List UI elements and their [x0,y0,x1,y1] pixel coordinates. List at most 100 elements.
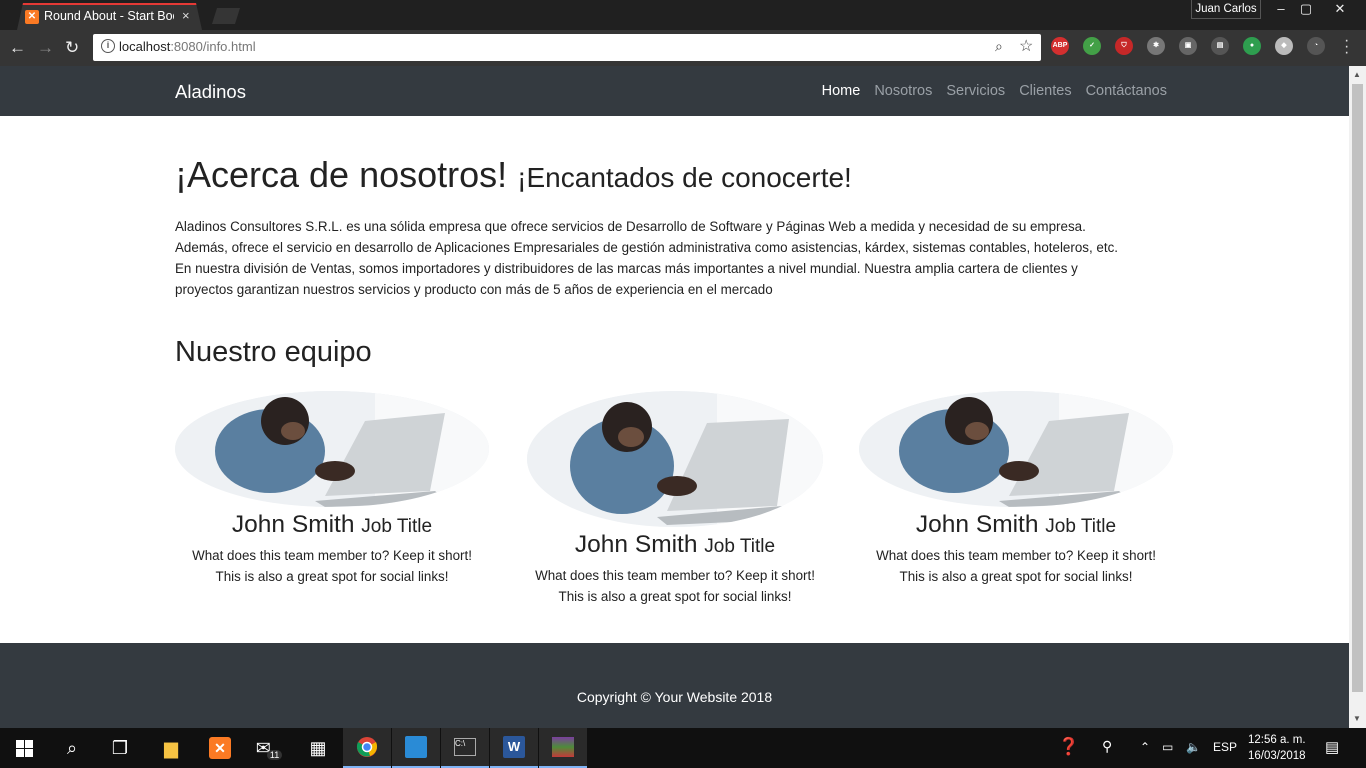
chrome-icon[interactable] [343,728,391,768]
url-host: localhost [119,39,171,54]
scroll-down-icon[interactable]: ▼ [1353,714,1361,723]
site-brand[interactable]: Aladinos [175,81,246,103]
page-title: ¡Acerca de nosotros! ¡Encantados de cono… [175,154,852,196]
team-member-line1: What does this team member to? Keep it s… [192,548,472,563]
team-member-heading: John Smith Job Title [518,531,832,559]
site-footer: Copyright © Your Website 2018 [0,643,1349,728]
chimp-laptop-image [859,391,1173,507]
sync-icon[interactable]: ◔ [1307,37,1325,55]
help-icon[interactable]: ❓ [1058,737,1079,757]
restore-button[interactable]: ▢ [1294,1,1318,17]
calendar-icon[interactable]: ▦ [294,728,342,768]
team-member-name: John Smith [574,531,698,558]
web-page: Aladinos Home Nosotros Servicios Cliente… [0,66,1349,728]
word-icon[interactable]: W [490,728,538,768]
windows-taskbar: ⌕ ❐ ▆ ✕ ✉ 11 ▦ C:\ W ❓ ⚲ ⌃ ▭ 🔈 ESP 12:56 … [0,728,1366,768]
nav-home[interactable]: Home [822,83,861,99]
windows-start-icon[interactable] [0,728,48,768]
team-member-line2: This is also a great spot for social lin… [899,569,1133,584]
url-path: :8080/info.html [170,39,256,54]
file-explorer-icon[interactable]: ▆ [147,728,195,768]
task-view-icon[interactable]: ❐ [96,728,144,768]
nav-clientes[interactable]: Clientes [1019,83,1071,99]
chimp-laptop-image [527,391,823,527]
team-member-photo [859,391,1173,507]
info-icon[interactable]: i [101,39,115,53]
adblock-plus-icon[interactable]: ABP [1051,37,1069,55]
page-subheading: ¡Encantados de conocerte! [517,162,852,193]
scrollbar-thumb[interactable] [1352,84,1363,692]
profile-button[interactable]: Juan Carlos [1191,0,1261,19]
team-member-description: What does this team member to? Keep it s… [859,545,1173,587]
scroll-up-icon[interactable]: ▲ [1353,70,1361,79]
browser-tab-active[interactable]: ✕ Round About - Start Boo × [17,3,202,30]
back-icon[interactable]: ← [9,38,26,58]
browser-title-bar: ✕ Round About - Start Boo × Juan Carlos … [0,0,1366,30]
team-member-title: Job Title [1045,516,1117,537]
minimize-button[interactable]: – [1269,1,1293,16]
evernote-icon[interactable]: ● [1243,37,1261,55]
team-member-heading: John Smith Job Title [175,511,489,539]
team-member-line1: What does this team member to? Keep it s… [535,568,815,583]
chimp-laptop-image [175,391,489,507]
nav-nosotros[interactable]: Nosotros [874,83,932,99]
volume-icon[interactable]: 🔈 [1186,740,1201,754]
tab-close-icon[interactable]: × [182,8,190,23]
team-member-line1: What does this team member to? Keep it s… [876,548,1156,563]
mail-icon[interactable]: ✉ 11 [245,728,293,768]
xampp-icon[interactable]: ✕ [196,728,244,768]
cube-icon[interactable]: ◆ [1275,37,1293,55]
team-member-card: John Smith Job Title What does this team… [859,391,1173,587]
action-center-icon[interactable]: ▤ [1325,738,1339,756]
tab-title: Round About - Start Boo [44,9,174,23]
zoom-icon[interactable]: ⌕ [995,38,1003,55]
forward-icon[interactable]: → [37,38,54,58]
briefcase-icon[interactable]: ▣ [1179,37,1197,55]
people-icon[interactable]: ⚲ [1102,738,1112,755]
close-window-button[interactable]: ✕ [1328,1,1352,17]
ublock-icon[interactable]: ⛉ [1115,37,1133,55]
footer-copyright: Copyright © Your Website 2018 [576,689,773,705]
winrar-icon[interactable] [539,728,587,768]
page-scrollbar[interactable]: ▲ ▼ [1349,66,1366,728]
team-heading: Nuestro equipo [175,336,372,368]
new-tab-button[interactable] [212,8,240,24]
shield-check-icon[interactable]: ✓ [1083,37,1101,55]
address-bar[interactable]: i localhost:8080/info.html ⌕ ☆ [93,34,1041,61]
site-navbar: Aladinos Home Nosotros Servicios Cliente… [0,66,1349,116]
team-member-photo [527,391,823,527]
page-heading: ¡Acerca de nosotros! [175,154,508,195]
team-member-description: What does this team member to? Keep it s… [518,565,832,607]
language-indicator[interactable]: ESP [1213,740,1237,754]
reload-icon[interactable]: ↻ [65,38,79,58]
pdf-icon[interactable]: ▤ [1211,37,1229,55]
battery-icon[interactable]: ▭ [1162,740,1173,754]
team-member-description: What does this team member to? Keep it s… [175,545,489,587]
team-member-photo [175,391,489,507]
search-icon[interactable]: ⌕ [48,728,96,768]
xampp-favicon-icon: ✕ [25,10,39,24]
clock[interactable]: 12:56 a. m. 16/03/2018 [1248,732,1306,764]
clock-time: 12:56 a. m. [1248,734,1306,746]
editor-icon[interactable] [392,728,440,768]
team-member-title: Job Title [704,536,776,557]
team-member-line2: This is also a great spot for social lin… [558,589,792,604]
team-member-title: Job Title [361,516,433,537]
nav-contactanos[interactable]: Contáctanos [1086,83,1167,99]
about-line: Aladinos Consultores S.R.L. es una sólid… [175,219,1086,234]
bookmark-star-icon[interactable]: ☆ [1019,36,1033,56]
team-member-card: John Smith Job Title What does this team… [518,391,832,607]
nav-servicios[interactable]: Servicios [946,83,1005,99]
team-member-name: John Smith [231,511,355,538]
site-nav-links: Home Nosotros Servicios Clientes Contáct… [822,83,1167,99]
team-member-card: John Smith Job Title What does this team… [175,391,489,587]
about-line: En nuestra división de Ventas, somos imp… [175,261,1078,276]
about-line: Además, ofrece el servicio en desarrollo… [175,240,1119,255]
mail-badge: 11 [266,750,283,760]
puzzle-icon[interactable]: ✱ [1147,37,1165,55]
about-text: Aladinos Consultores S.R.L. es una sólid… [175,216,1175,300]
terminal-icon[interactable]: C:\ [441,728,489,768]
show-hidden-icons[interactable]: ⌃ [1140,740,1150,754]
url-text[interactable]: localhost:8080/info.html [119,39,256,54]
browser-menu-icon[interactable]: · · · [1344,33,1349,61]
